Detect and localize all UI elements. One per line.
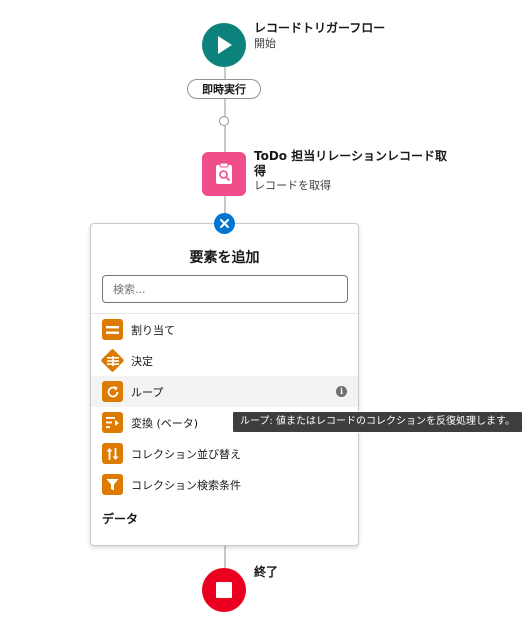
- menu-item-label: コレクション並び替え: [131, 447, 241, 461]
- menu-item-collection-sort[interactable]: コレクション並び替え: [91, 438, 358, 469]
- menu-item-collection-filter[interactable]: コレクション検索条件: [91, 469, 358, 500]
- start-subtitle: 開始: [254, 37, 276, 50]
- get-records-icon: [216, 162, 232, 184]
- get-records-title-line1: ToDo 担当リレーションレコード取: [254, 149, 447, 163]
- panel-title: 要素を追加: [189, 250, 260, 266]
- transform-icon: [102, 412, 123, 433]
- add-element-panel: 要素を追加 割り当て 決定 ループ i 変換 (ベータ) コレクション並び替え: [90, 223, 359, 546]
- play-icon: [218, 36, 232, 54]
- section-header-data: データ: [102, 512, 139, 526]
- menu-item-label: 決定: [131, 354, 153, 368]
- sort-icon: [102, 443, 123, 464]
- close-icon: [220, 219, 229, 228]
- start-title: レコードトリガーフロー: [254, 21, 386, 35]
- connector-node-to-get: [224, 126, 226, 152]
- info-icon[interactable]: i: [336, 386, 347, 397]
- menu-item-decision[interactable]: 決定: [91, 345, 358, 376]
- menu-item-label: 変換 (ベータ): [131, 416, 199, 430]
- stop-icon: [216, 582, 232, 598]
- menu-item-label: 割り当て: [131, 323, 175, 337]
- get-records-title-line2: 得: [254, 164, 267, 178]
- menu-item-assignment[interactable]: 割り当て: [91, 314, 358, 345]
- menu-item-label: コレクション検索条件: [131, 478, 241, 492]
- decision-icon: [100, 348, 125, 373]
- loop-tooltip: ループ: 値またはレコードのコレクションを反復処理します。: [232, 411, 523, 433]
- connector-panel-to-end: [224, 546, 226, 568]
- close-panel-button[interactable]: [214, 213, 235, 234]
- connector-start-to-pill: [224, 67, 226, 79]
- menu-item-label: ループ: [131, 385, 164, 399]
- assignment-icon: [102, 319, 123, 340]
- path-connector-node[interactable]: [219, 116, 229, 126]
- filter-icon: [102, 474, 123, 495]
- run-immediately-pill[interactable]: 即時実行: [187, 79, 261, 99]
- end-node[interactable]: [202, 568, 246, 612]
- connector-pill-to-node: [224, 99, 226, 116]
- get-records-subtitle: レコードを取得: [254, 179, 331, 192]
- get-records-node[interactable]: [202, 152, 246, 196]
- search-input[interactable]: [102, 275, 348, 303]
- end-title: 終了: [254, 565, 279, 579]
- menu-item-loop[interactable]: ループ i: [91, 376, 358, 407]
- start-node[interactable]: [202, 23, 246, 67]
- loop-icon: [102, 381, 123, 402]
- connector-get-to-close: [224, 196, 226, 213]
